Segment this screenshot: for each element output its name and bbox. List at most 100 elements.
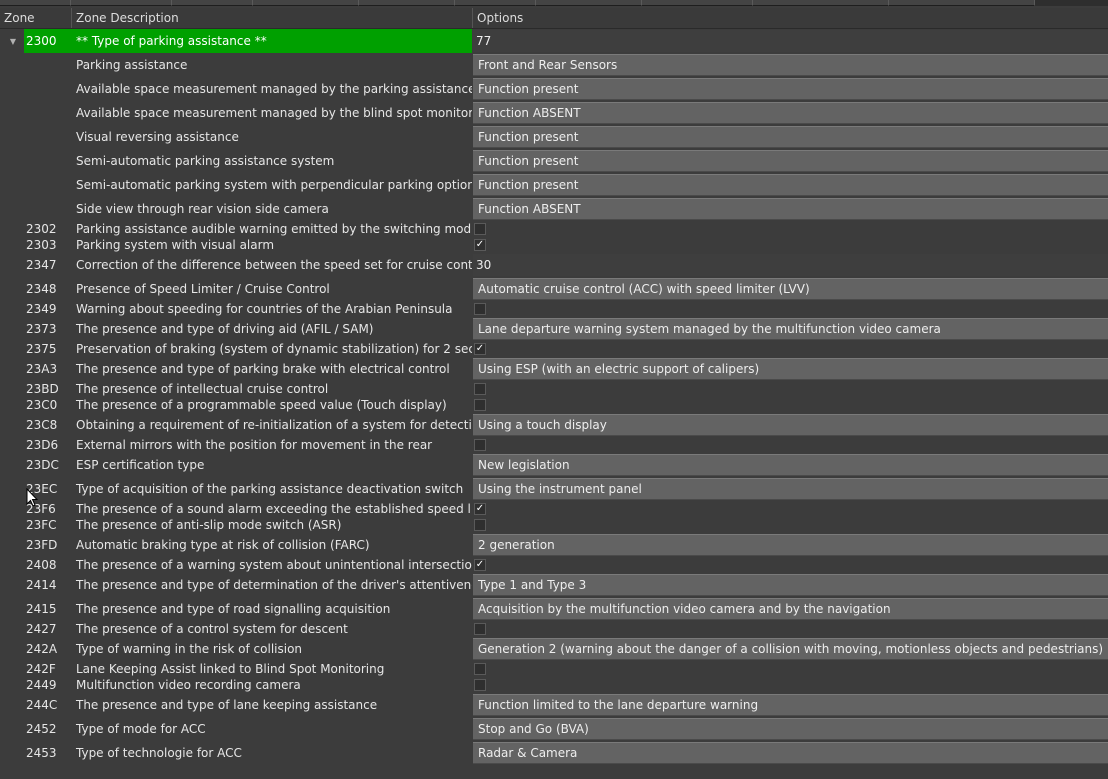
option-checkbox[interactable]: [474, 623, 486, 635]
option-checkbox[interactable]: [474, 663, 486, 675]
option-dropdown[interactable]: Function present: [473, 150, 1108, 172]
option-checkbox[interactable]: [474, 399, 486, 411]
zone-description: Parking assistance: [76, 58, 188, 72]
option-dropdown[interactable]: New legislation: [473, 454, 1108, 476]
option-dropdown[interactable]: Lane departure warning system managed by…: [473, 318, 1108, 340]
option-checkbox[interactable]: [474, 223, 486, 235]
zone-code: 23FD: [26, 538, 58, 552]
table-row[interactable]: 23EC Type of acquisition of the parking a…: [0, 477, 1108, 501]
checkmark-icon: ✓: [475, 239, 485, 250]
table-row[interactable]: Side view through rear vision side camer…: [0, 197, 1108, 221]
option-checkbox[interactable]: [474, 679, 486, 691]
table-row[interactable]: 2303 Parking system with visual alarm ✓: [0, 237, 1108, 253]
zone-code: [24, 149, 72, 173]
table-row[interactable]: Available space measurement managed by t…: [0, 77, 1108, 101]
option-dropdown[interactable]: 2 generation: [473, 534, 1108, 556]
zone-code: 23DC: [26, 458, 59, 472]
zone-code: 2373: [26, 322, 57, 336]
table-row[interactable]: 23C8 Obtaining a requirement of re-initia…: [0, 413, 1108, 437]
option-dropdown[interactable]: Function present: [473, 78, 1108, 100]
option-dropdown[interactable]: Function ABSENT: [473, 198, 1108, 220]
zone-code: 242A: [26, 642, 58, 656]
option-checkbox[interactable]: ✓: [474, 239, 486, 251]
zone-code: 2452: [26, 722, 57, 736]
table-row[interactable]: Semi-automatic parking assistance system…: [0, 149, 1108, 173]
zone-description: Preservation of braking (system of dynam…: [76, 342, 472, 356]
table-row[interactable]: Available space measurement managed by t…: [0, 101, 1108, 125]
table-row[interactable]: 2347 Correction of the difference between…: [0, 253, 1108, 277]
table-row[interactable]: 2414 The presence and type of determinati…: [0, 573, 1108, 597]
table-row[interactable]: Parking assistance Front and Rear Sensors: [0, 53, 1108, 77]
option-dropdown[interactable]: Using the instrument panel: [473, 478, 1108, 500]
zone-description: Available space measurement managed by t…: [76, 106, 472, 120]
option-dropdown[interactable]: Stop and Go (BVA): [473, 718, 1108, 740]
table-row[interactable]: Visual reversing assistance Function pres…: [0, 125, 1108, 149]
zone-description: The presence of a programmable speed val…: [76, 398, 447, 412]
zone-description: Semi-automatic parking system with perpe…: [76, 178, 472, 192]
zone-description: The presence of intellectual cruise cont…: [76, 382, 329, 396]
table-row[interactable]: 23FC The presence of anti-slip mode switc…: [0, 517, 1108, 533]
zone-description: The presence and type of road signalling…: [76, 602, 391, 616]
table-row[interactable]: 2452 Type of mode for ACC Stop and Go (BVA…: [0, 717, 1108, 741]
option-dropdown[interactable]: Type 1 and Type 3: [473, 574, 1108, 596]
table-row[interactable]: 242F Lane Keeping Assist linked to Blind …: [0, 661, 1108, 677]
table-row[interactable]: 242A Type of warning in the risk of colli…: [0, 637, 1108, 661]
table-row[interactable]: 2415 The presence and type of road signal…: [0, 597, 1108, 621]
zone-code: 2349: [26, 302, 57, 316]
option-checkbox[interactable]: [474, 303, 486, 315]
option-checkbox[interactable]: ✓: [474, 503, 486, 515]
zone-description: The presence of anti-slip mode switch (A…: [76, 518, 342, 532]
table-row[interactable]: 23A3 The presence and type of parking bra…: [0, 357, 1108, 381]
option-dropdown[interactable]: Using a touch display: [473, 414, 1108, 436]
table-row[interactable]: 2349 Warning about speeding for countries…: [0, 301, 1108, 317]
option-value-field[interactable]: 30: [473, 254, 1108, 276]
zone-description: Visual reversing assistance: [76, 130, 239, 144]
option-dropdown[interactable]: Generation 2 (warning about the danger o…: [473, 638, 1108, 660]
table-row[interactable]: 23FD Automatic braking type at risk of co…: [0, 533, 1108, 557]
option-dropdown[interactable]: Using ESP (with an electric support of c…: [473, 358, 1108, 380]
zone-description: Semi-automatic parking assistance system: [76, 154, 335, 168]
option-dropdown[interactable]: Function present: [473, 174, 1108, 196]
table-row[interactable]: 2375 Preservation of braking (system of d…: [0, 341, 1108, 357]
table-row[interactable]: 23F6 The presence of a sound alarm exceed…: [0, 501, 1108, 517]
option-checkbox[interactable]: [474, 439, 486, 451]
zone-description: Correction of the difference between the…: [76, 258, 472, 272]
option-checkbox[interactable]: [474, 519, 486, 531]
zone-description: Type of warning in the risk of collision: [76, 642, 303, 656]
option-value-field[interactable]: 77: [473, 30, 1108, 52]
option-dropdown[interactable]: Radar & Camera: [473, 742, 1108, 764]
table-row[interactable]: 244C The presence and type of lane keepin…: [0, 693, 1108, 717]
table-row[interactable]: 2427 The presence of a control system for…: [0, 621, 1108, 637]
table-row[interactable]: ▼ 2300 ** Type of parking assistance ** 77: [0, 29, 1108, 53]
table-row[interactable]: 23DC ESP certification type New legislatio…: [0, 453, 1108, 477]
table-row[interactable]: 2373 The presence and type of driving aid…: [0, 317, 1108, 341]
table-row[interactable]: 2302 Parking assistance audible warning e…: [0, 221, 1108, 237]
option-dropdown[interactable]: Function ABSENT: [473, 102, 1108, 124]
zone-code: 244C: [26, 698, 58, 712]
table-row[interactable]: 23BD The presence of intellectual cruise …: [0, 381, 1108, 397]
zone-code: 23C0: [26, 398, 58, 412]
table-row[interactable]: Semi-automatic parking system with perpe…: [0, 173, 1108, 197]
option-dropdown[interactable]: Function present: [473, 126, 1108, 148]
option-checkbox[interactable]: [474, 383, 486, 395]
zone-description: External mirrors with the position for m…: [76, 438, 433, 452]
zone-code: 23C8: [26, 418, 58, 432]
table-row[interactable]: 23D6 External mirrors with the position f…: [0, 437, 1108, 453]
zone-code: 2414: [26, 578, 57, 592]
table-row[interactable]: 2453 Type of technologie for ACC Radar & C…: [0, 741, 1108, 765]
option-dropdown[interactable]: Automatic cruise control (ACC) with spee…: [473, 278, 1108, 300]
option-dropdown[interactable]: Acquisition by the multifunction video c…: [473, 598, 1108, 620]
option-dropdown[interactable]: Function limited to the lane departure w…: [473, 694, 1108, 716]
table-row[interactable]: 23C0 The presence of a programmable speed…: [0, 397, 1108, 413]
collapse-arrow-icon[interactable]: ▼: [8, 29, 18, 53]
zone-code: 2415: [26, 602, 57, 616]
table-row[interactable]: 2348 Presence of Speed Limiter / Cruise C…: [0, 277, 1108, 301]
table-row[interactable]: 2408 The presence of a warning system abo…: [0, 557, 1108, 573]
zone-description: ESP certification type: [76, 458, 205, 472]
option-dropdown[interactable]: Front and Rear Sensors: [473, 54, 1108, 76]
table-row[interactable]: 2449 Multifunction video recording camera: [0, 677, 1108, 693]
mouse-pointer-icon: [26, 488, 38, 507]
option-checkbox[interactable]: ✓: [474, 559, 486, 571]
option-checkbox[interactable]: ✓: [474, 343, 486, 355]
zone-description: The presence of a sound alarm exceeding …: [76, 502, 472, 516]
